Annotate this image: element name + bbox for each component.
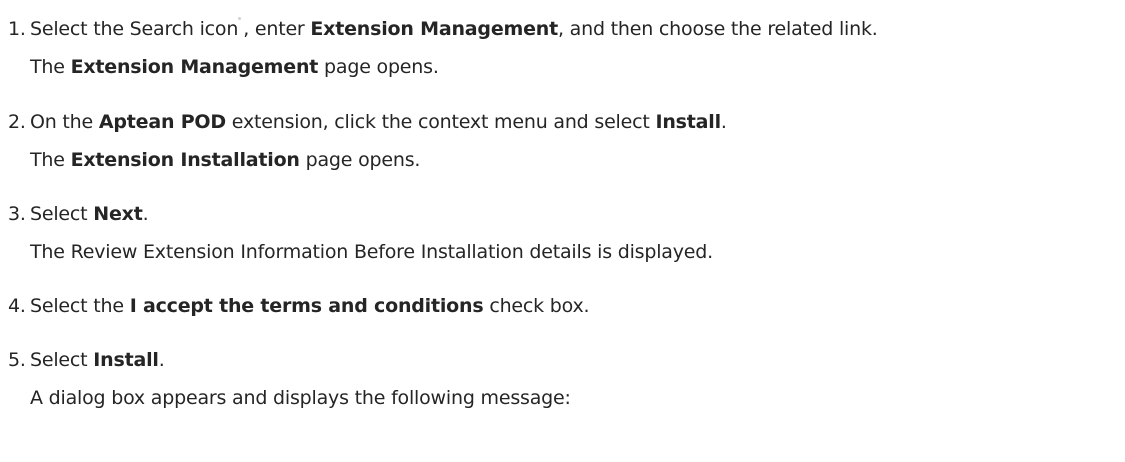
step-5-result: A dialog box appears and displays the fo…	[30, 387, 571, 409]
step-1-instruction: 1. Select the Search icon, enter Extensio…	[8, 17, 878, 40]
document-body: 1. Select the Search icon, enter Extensio…	[0, 0, 1125, 462]
step-number: 5.	[8, 349, 26, 371]
install-term: Install	[93, 349, 159, 371]
step-5-instruction: 5. Select Install.	[8, 349, 165, 371]
step-number: 4.	[8, 295, 26, 317]
step-4-instruction: 4. Select the I accept the terms and cond…	[8, 295, 590, 317]
step-3-instruction: 3. Select Next.	[8, 203, 149, 225]
step-number: 3.	[8, 203, 26, 225]
step-2-instruction: 2. On the Aptean POD extension, click the…	[8, 111, 727, 133]
step-3: 3. Select Next. The Review Extension Info…	[8, 202, 713, 264]
step-number: 2.	[8, 111, 26, 133]
step-1-result: The Extension Management page opens.	[30, 56, 439, 78]
install-term: Install	[655, 111, 721, 133]
step-2: 2. On the Aptean POD extension, click the…	[8, 110, 727, 172]
step-2-result: The Extension Installation page opens.	[30, 149, 421, 171]
next-term: Next	[93, 203, 143, 225]
search-icon	[238, 17, 243, 36]
terms-checkbox-term: I accept the terms and conditions	[129, 295, 484, 317]
step-3-result: The Review Extension Information Before …	[30, 241, 713, 263]
step-4: 4. Select the I accept the terms and cond…	[8, 294, 590, 318]
extension-management-term: Extension Management	[310, 18, 558, 40]
aptean-pod-term: Aptean POD	[98, 111, 226, 133]
step-1: 1. Select the Search icon, enter Extensio…	[8, 17, 878, 79]
step-number: 1.	[8, 18, 26, 40]
step-5: 5. Select Install. A dialog box appears a…	[8, 348, 571, 410]
